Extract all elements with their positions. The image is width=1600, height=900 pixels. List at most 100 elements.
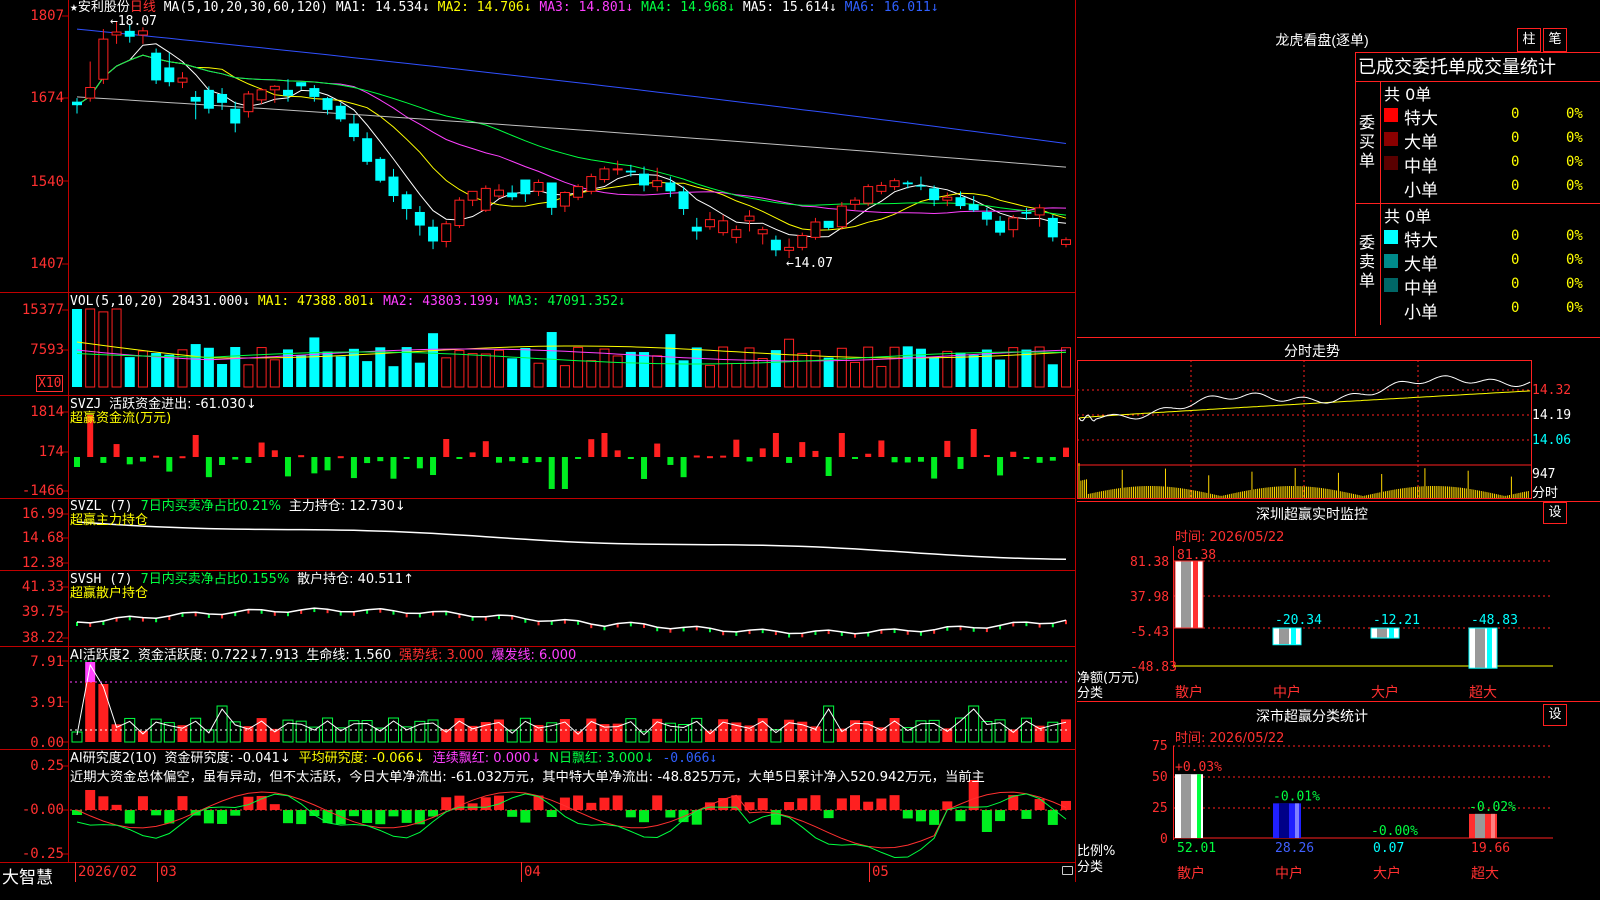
volume-bar xyxy=(1034,346,1045,388)
ai2-bar xyxy=(269,804,280,810)
ai2-bar xyxy=(902,810,913,819)
candle-body xyxy=(744,215,755,222)
bar-mode-button[interactable]: 柱 xyxy=(1517,28,1541,52)
svzj-bar xyxy=(495,457,502,463)
candle-body xyxy=(929,188,940,201)
ma-lines xyxy=(76,28,1067,238)
buy-total: 共 0单 xyxy=(1384,85,1432,104)
monitor-chart[interactable]: 81.38 -20.34 -12.21 -48.83 xyxy=(1173,546,1573,676)
buy-row-name: 小单 xyxy=(1404,181,1438,201)
ai2-bar xyxy=(836,798,847,810)
ai1-bar xyxy=(441,729,452,742)
volume-bar xyxy=(414,362,425,387)
svzj-bar xyxy=(443,439,450,457)
monitor-settings-button[interactable]: 设 xyxy=(1543,502,1567,524)
candle-body xyxy=(414,211,425,226)
volume-bar xyxy=(362,361,373,387)
monitor-category: 大户 xyxy=(1371,685,1399,701)
volume-bar xyxy=(612,355,623,388)
candle-body xyxy=(1061,239,1071,245)
intraday-title: 分时走势 xyxy=(1284,344,1340,360)
monitor-bar-label: -12.21 xyxy=(1373,613,1420,628)
svzj-bar xyxy=(456,457,463,459)
ai1-bar xyxy=(573,731,584,742)
ai2-bar xyxy=(863,801,874,810)
class-bar-shade xyxy=(1279,803,1289,838)
candle-body xyxy=(942,196,953,201)
candle-body xyxy=(441,223,452,242)
svzj-bar xyxy=(113,444,120,457)
ai2-bar xyxy=(625,810,636,818)
ai1-bar xyxy=(137,730,148,742)
volume-bar xyxy=(282,349,293,387)
pen-mode-button[interactable]: 笔 xyxy=(1543,28,1567,52)
ai2-bar xyxy=(177,796,188,810)
candle-body xyxy=(678,191,689,210)
svzl-text2: 主力持仓: 12.730↓ xyxy=(288,499,406,514)
sell-row-name: 特大 xyxy=(1404,231,1438,251)
monitor-bar xyxy=(1468,627,1498,669)
volume-bar xyxy=(230,347,241,387)
volume-bar xyxy=(981,349,992,387)
intraday-mode-label: 分时 xyxy=(1532,486,1559,501)
class-settings-button[interactable]: 设 xyxy=(1543,704,1567,726)
svzj-tick: -1466 xyxy=(21,483,64,499)
kline-chart[interactable] xyxy=(0,0,1076,882)
sell-row-percent: 0% xyxy=(1566,300,1583,316)
svzj-bar xyxy=(284,457,291,477)
volume-bar xyxy=(428,333,439,387)
svzj-bar xyxy=(825,457,832,476)
svzj-bar xyxy=(548,457,555,489)
class-change-label: -0.00% xyxy=(1371,824,1418,839)
ai2-bar xyxy=(124,810,135,824)
candle-body xyxy=(348,123,359,138)
candle-body xyxy=(454,199,465,227)
class-bar-shade xyxy=(1475,813,1485,838)
class-chart[interactable]: +0.03% 52.01 散户 -0.01% 28.26 中户 -0.00% 0.07 大户 -0… xyxy=(1173,740,1573,900)
svzj-bar xyxy=(944,440,951,457)
svzj-bar xyxy=(759,448,766,457)
candle-body xyxy=(190,96,201,102)
svzj-bar xyxy=(575,457,582,459)
candle-body xyxy=(322,98,333,110)
candle-body xyxy=(335,105,346,120)
sell-row-value: 0 xyxy=(1511,252,1520,268)
class-bar xyxy=(1469,813,1497,838)
candle-body xyxy=(111,31,122,36)
candle-body xyxy=(573,186,584,198)
candle-body xyxy=(256,89,267,101)
ai2-bar xyxy=(559,797,570,810)
volume-bar xyxy=(480,353,491,388)
ai1-bar xyxy=(836,728,847,742)
candle-body xyxy=(428,226,439,242)
monitor-title: 深圳超赢实时监控 xyxy=(1256,507,1368,523)
volume-bar xyxy=(203,347,214,387)
candle-body xyxy=(230,108,241,124)
svzj-bar xyxy=(561,457,568,489)
volume-bar xyxy=(309,337,320,387)
intraday-chart[interactable] xyxy=(1077,360,1600,500)
volume-bar xyxy=(151,353,162,387)
svzj-bar xyxy=(350,457,357,479)
class-bar-stripe xyxy=(1197,774,1201,838)
svzl-tick: 12.38 xyxy=(21,555,64,571)
buy-row-value: 0 xyxy=(1511,178,1520,194)
sell-row-percent: 0% xyxy=(1566,276,1583,292)
volume-bar xyxy=(520,348,531,387)
candle-body xyxy=(269,85,280,91)
svzl-tick: 16.99 xyxy=(21,506,64,522)
vol-value: 28431.000↓ xyxy=(171,294,251,309)
intraday-price-tick: 14.32 xyxy=(1532,383,1572,398)
volume-bar xyxy=(876,365,887,388)
volume-bar xyxy=(85,308,96,388)
volume-bar xyxy=(296,355,307,387)
volume-bar xyxy=(968,355,979,387)
svzj-bar xyxy=(878,440,885,457)
candle-body xyxy=(665,182,676,192)
volume-bar xyxy=(889,346,900,388)
lock-icon[interactable] xyxy=(1062,866,1073,875)
ai2-tick: 0.25 xyxy=(30,758,64,774)
volume-bar xyxy=(243,364,254,388)
ai2-bar xyxy=(1034,799,1045,810)
ai2-bar xyxy=(770,810,781,825)
